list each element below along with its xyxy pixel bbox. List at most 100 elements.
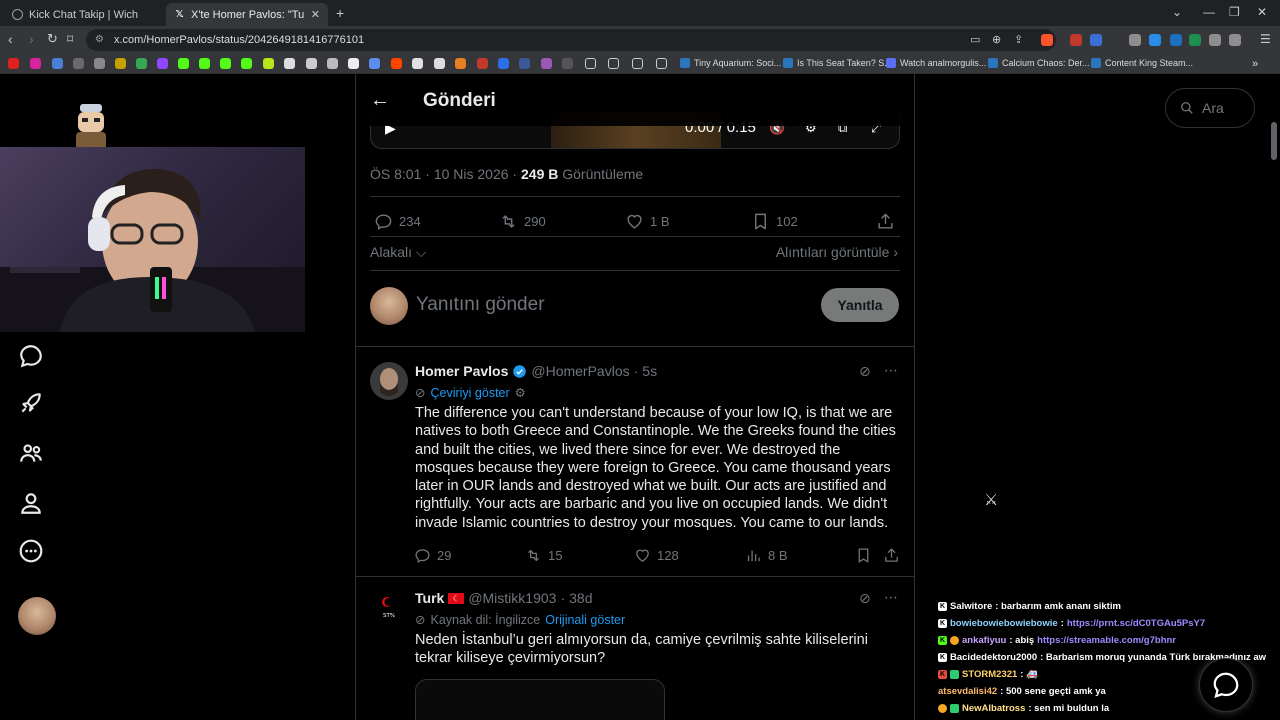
bookmark-icon[interactable]: ⌑	[67, 32, 73, 46]
share-stat[interactable]	[876, 212, 895, 231]
bookmark-favicon[interactable]	[263, 58, 274, 69]
extension-icon[interactable]	[1149, 34, 1161, 46]
close-tab-icon[interactable]: ✕	[311, 8, 320, 21]
bookmark-favicon[interactable]	[306, 58, 317, 69]
bookmark-favicon[interactable]	[348, 58, 359, 69]
bookmark-favicon[interactable]	[157, 58, 168, 69]
menu-icon[interactable]: ☰	[1260, 32, 1271, 46]
bookmark-favicon[interactable]	[455, 58, 466, 69]
bookmark-favicon[interactable]	[30, 58, 41, 69]
zoom-icon[interactable]: ⊕	[992, 33, 1001, 46]
forward-icon[interactable]: ›	[29, 32, 34, 46]
bookmark-favicon[interactable]	[52, 58, 63, 69]
bookmark-favicon[interactable]	[369, 58, 380, 69]
more-icon[interactable]: ⋯	[884, 589, 898, 606]
related-dropdown[interactable]: Alakalı ⌵	[370, 244, 427, 261]
chat-link[interactable]: https://streamable.com/g7bhnr	[1037, 635, 1176, 646]
extension-icon[interactable]	[1170, 34, 1182, 46]
bookmark-favicon[interactable]	[541, 58, 552, 69]
tab-search-icon[interactable]: ⌄	[1172, 5, 1182, 19]
folder-icon[interactable]	[656, 58, 667, 69]
bookmark-favicon[interactable]	[412, 58, 423, 69]
bookmark-tiny-aquarium[interactable]: Tiny Aquarium: Soci...	[680, 58, 781, 68]
page-scrollbar[interactable]	[1271, 122, 1277, 160]
bookmark-favicon[interactable]	[562, 58, 573, 69]
browser-tab-kick-chat[interactable]: Kick Chat Takip | Wich	[4, 3, 164, 26]
repost-stat[interactable]: 290	[499, 212, 546, 231]
view-quotes-link[interactable]: Alıntıları görüntüle ›	[776, 244, 898, 260]
folder-icon[interactable]	[585, 58, 596, 69]
cast-icon[interactable]: ▭	[970, 33, 980, 46]
post-time[interactable]: ÖS 8:01	[370, 166, 421, 182]
bookmark-favicon[interactable]	[8, 58, 19, 69]
repost-action[interactable]: 15	[525, 547, 562, 564]
folder-icon[interactable]	[632, 58, 643, 69]
reply-media[interactable]	[415, 679, 665, 720]
post-age[interactable]: 38d	[569, 590, 592, 606]
share-action[interactable]	[883, 547, 900, 564]
bookmark-favicon[interactable]	[115, 58, 126, 69]
bookmark-stat[interactable]: 102	[751, 212, 798, 231]
reply-button[interactable]: Yanıtla	[821, 288, 899, 322]
translate-settings-icon[interactable]: ⚙	[515, 385, 526, 400]
bookmark-favicon[interactable]	[178, 58, 189, 69]
reply-action[interactable]: 29	[414, 547, 451, 564]
bookmark-favicon[interactable]	[477, 58, 488, 69]
grok-icon[interactable]: ⊘	[859, 363, 871, 380]
author-handle[interactable]: @HomerPavlos	[531, 363, 629, 379]
show-original-link[interactable]: Orijinali göster	[545, 613, 625, 627]
more-icon[interactable]: ⋯	[884, 362, 898, 379]
bookmark-favicon[interactable]	[94, 58, 105, 69]
post-age[interactable]: 5s	[642, 363, 657, 379]
chat-icon[interactable]	[18, 343, 44, 369]
share-icon[interactable]: ⇪	[1014, 33, 1023, 46]
messages-button[interactable]	[1199, 658, 1253, 712]
browser-tab-x-post[interactable]: 𝕏 X'te Homer Pavlos: "Turks conve ✕	[166, 3, 328, 26]
show-translation-link[interactable]: Çeviriyi göster	[430, 386, 509, 400]
bookmark-calcium-chaos[interactable]: Calcium Chaos: Der...	[988, 58, 1090, 68]
bookmark-watch[interactable]: Watch analmorgulis...	[886, 58, 986, 68]
views-action[interactable]: 8 B	[745, 547, 788, 564]
extension-icon[interactable]	[1070, 34, 1082, 46]
reload-icon[interactable]: ↻	[47, 32, 58, 46]
bookmark-favicon[interactable]	[220, 58, 231, 69]
bookmark-favicon[interactable]	[284, 58, 295, 69]
extensions-puzzle-icon[interactable]	[1209, 34, 1221, 46]
bookmark-content-king[interactable]: Content King Steam...	[1091, 58, 1193, 68]
author-name[interactable]: Homer Pavlos	[415, 363, 508, 379]
account-avatar[interactable]	[18, 597, 56, 635]
extension-icon[interactable]	[1129, 34, 1141, 46]
search-box[interactable]: Ara	[1165, 88, 1255, 128]
site-info-icon[interactable]: ⚙	[95, 34, 104, 45]
reply-input[interactable]: Yanıtını gönder	[416, 294, 545, 316]
bookmark-favicon[interactable]	[199, 58, 210, 69]
reply-avatar[interactable]: ST%	[370, 590, 408, 628]
author-name[interactable]: Turk	[415, 590, 444, 606]
back-icon[interactable]: ‹	[8, 32, 13, 46]
folder-icon[interactable]	[608, 58, 619, 69]
sidebar-icon[interactable]	[1229, 34, 1241, 46]
reply-avatar[interactable]	[370, 362, 408, 400]
extension-icon[interactable]	[1090, 34, 1102, 46]
bookmark-favicon[interactable]	[391, 58, 402, 69]
close-window-icon[interactable]: ✕	[1257, 5, 1267, 19]
chat-link[interactable]: https://prnt.sc/dC0TGAu5PsY7	[1067, 618, 1205, 629]
minimize-icon[interactable]: —	[1203, 5, 1215, 19]
bookmark-favicon[interactable]	[241, 58, 252, 69]
like-action[interactable]: 128	[634, 547, 679, 564]
brave-shield-icon[interactable]	[1041, 34, 1053, 46]
bookmark-favicon[interactable]	[434, 58, 445, 69]
like-stat[interactable]: 1 B	[625, 212, 670, 231]
rocket-icon[interactable]	[18, 390, 44, 416]
more-options-icon[interactable]	[18, 538, 44, 564]
bookmark-favicon[interactable]	[73, 58, 84, 69]
communities-icon[interactable]	[18, 440, 44, 466]
bookmark-favicon[interactable]	[136, 58, 147, 69]
post-date[interactable]: 10 Nis 2026	[434, 166, 509, 182]
bookmark-favicon[interactable]	[498, 58, 509, 69]
bookmark-seat-taken[interactable]: Is This Seat Taken? S...	[783, 58, 892, 68]
bookmark-favicon[interactable]	[519, 58, 530, 69]
more-bookmarks-icon[interactable]: »	[1252, 58, 1258, 70]
grok-icon[interactable]: ⊘	[859, 590, 871, 607]
back-arrow-icon[interactable]: ←	[370, 89, 390, 112]
